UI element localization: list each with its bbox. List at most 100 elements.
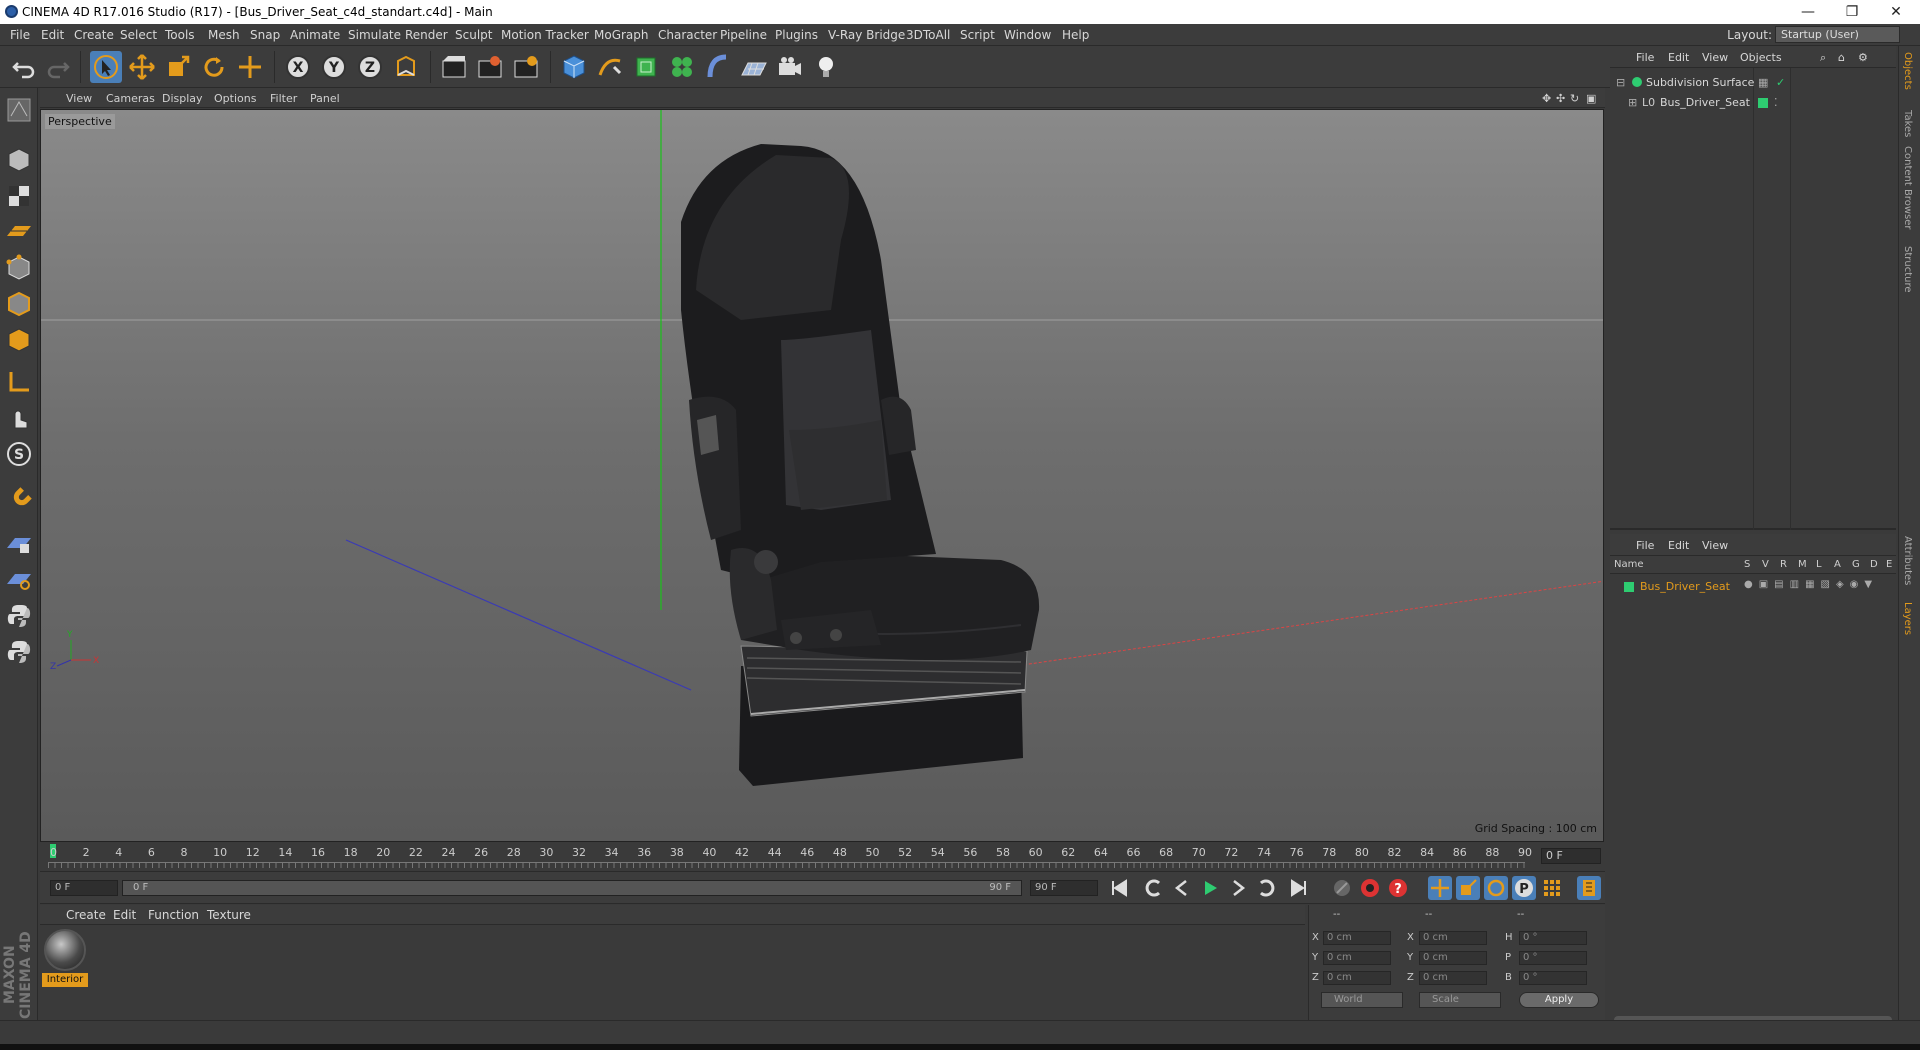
coord-pos-z-field[interactable]: 0 cm [1323, 971, 1391, 985]
layer-col-deformers[interactable]: D [1870, 559, 1878, 570]
make-editable-icon[interactable] [3, 94, 35, 126]
object-menu-edit[interactable]: Edit [1668, 51, 1689, 64]
minimize-button[interactable]: — [1788, 2, 1828, 22]
rotate-icon[interactable] [198, 51, 230, 83]
model-mode-icon[interactable] [3, 144, 35, 176]
next-frame-icon[interactable] [1226, 876, 1250, 900]
layer-col-render[interactable]: R [1780, 559, 1787, 570]
menu-3dtoall[interactable]: 3DToAll [906, 28, 950, 42]
menu-snap[interactable]: Snap [250, 28, 280, 42]
menu-mograph[interactable]: MoGraph [594, 28, 649, 42]
viewport-menu-panel[interactable]: Panel [310, 92, 340, 105]
side-tab-structure[interactable]: Structure [1902, 246, 1913, 293]
layer-name[interactable]: Bus_Driver_Seat [1640, 580, 1730, 593]
layer-color-swatch[interactable] [1758, 98, 1768, 108]
menu-vray-bridge[interactable]: V-Ray Bridge [828, 28, 905, 42]
x-axis-lock-icon[interactable]: X [282, 51, 314, 83]
size-mode-dropdown[interactable]: Scale [1419, 992, 1501, 1008]
play-icon[interactable] [1198, 876, 1222, 900]
coord-size-y-field[interactable]: 0 cm [1419, 951, 1487, 965]
side-tab-objects[interactable]: Objects [1902, 52, 1913, 90]
record-position-icon[interactable] [1428, 876, 1452, 900]
expand-toggle-icon[interactable]: ⊟ [1616, 76, 1625, 89]
current-frame-field[interactable]: 0 F [1541, 848, 1601, 864]
go-to-start-icon[interactable] [1107, 876, 1131, 900]
floor-icon[interactable] [738, 51, 770, 83]
layer-color-swatch[interactable] [1624, 582, 1634, 592]
layer-col-expressions[interactable]: E [1886, 559, 1892, 570]
object-menu-file[interactable]: File [1636, 51, 1654, 64]
object-menu-objects[interactable]: Objects [1740, 51, 1782, 64]
layer-col-view[interactable]: V [1762, 559, 1769, 570]
frame-range-slider[interactable]: 0 F 90 F [122, 880, 1022, 896]
expand-toggle-icon[interactable]: ⊞ [1628, 96, 1637, 109]
layer-col-manager[interactable]: M [1798, 559, 1807, 570]
z-axis-lock-icon[interactable]: Z [354, 51, 386, 83]
record-parameter-icon[interactable]: P [1512, 876, 1536, 900]
light-icon[interactable] [810, 51, 842, 83]
spline-pen-icon[interactable] [594, 51, 626, 83]
menu-render[interactable]: Render [405, 28, 448, 42]
coord-pos-x-field[interactable]: 0 cm [1323, 931, 1391, 945]
points-mode-icon[interactable] [3, 252, 35, 284]
menu-select[interactable]: Select [120, 28, 157, 42]
timeline-ruler[interactable]: 0 2 4 6 8 10 12 14 16 18 20 22 24 26 28 30 32 34 36 38 40 42 4… [40, 842, 1605, 872]
magnet-icon[interactable] [3, 484, 35, 516]
material-menu-create[interactable]: Create [66, 908, 106, 922]
coord-size-x-field[interactable]: 0 cm [1419, 931, 1487, 945]
visibility-dots-icon[interactable]: ⁚ [1774, 96, 1778, 109]
menu-create[interactable]: Create [74, 28, 114, 42]
maximize-button[interactable]: ❐ [1832, 2, 1872, 22]
planar-workplane-icon[interactable] [3, 564, 35, 596]
next-keyframe-icon[interactable] [1254, 876, 1278, 900]
object-search-icon[interactable]: ⌕ [1820, 51, 1826, 65]
move-icon[interactable] [126, 51, 158, 83]
object-filter-icon[interactable]: ⚙ [1858, 51, 1868, 64]
menu-tools[interactable]: Tools [165, 28, 195, 42]
coord-rot-b-field[interactable]: 0 ° [1519, 971, 1587, 985]
autokeying-icon[interactable] [1358, 876, 1382, 900]
menu-file[interactable]: File [10, 28, 30, 42]
menu-window[interactable]: Window [1004, 28, 1051, 42]
menu-simulate[interactable]: Simulate [348, 28, 401, 42]
start-frame-field[interactable]: 0 F [50, 880, 118, 896]
render-to-picture-viewer-icon[interactable] [474, 51, 506, 83]
previous-keyframe-icon[interactable] [1142, 876, 1166, 900]
layer-col-locked[interactable]: L [1816, 559, 1822, 570]
edit-render-toggle-icon[interactable]: ▦ [1758, 76, 1768, 89]
viewport-menu-view[interactable]: View [66, 92, 92, 105]
material-menu-edit[interactable]: Edit [113, 908, 136, 922]
menu-motion-tracker[interactable]: Motion Tracker [501, 28, 589, 42]
tweak-icon[interactable] [3, 402, 35, 434]
side-tab-takes[interactable]: Takes [1902, 110, 1913, 137]
record-scale-icon[interactable] [1456, 876, 1480, 900]
menu-edit[interactable]: Edit [41, 28, 64, 42]
camera-icon[interactable] [774, 51, 806, 83]
coordinate-space-dropdown[interactable]: World [1321, 992, 1403, 1008]
transform-icon[interactable] [234, 51, 266, 83]
timeline-window-icon[interactable] [1577, 876, 1601, 900]
material-menu-texture[interactable]: Texture [207, 908, 251, 922]
viewport-maximize-icon[interactable]: ▣ [1586, 92, 1596, 105]
layer-col-animation[interactable]: A [1834, 559, 1841, 570]
layer-menu-view[interactable]: View [1702, 539, 1728, 552]
axis-mode-icon[interactable] [3, 366, 35, 398]
menu-plugins[interactable]: Plugins [775, 28, 818, 42]
live-selection-icon[interactable] [90, 51, 122, 83]
material-name-label[interactable]: Interior [42, 973, 88, 987]
go-to-end-icon[interactable] [1287, 876, 1311, 900]
workplane-icon[interactable] [3, 216, 35, 248]
scale-icon[interactable] [162, 51, 194, 83]
subdivision-surface-icon[interactable] [630, 51, 662, 83]
apply-button[interactable]: Apply [1519, 992, 1599, 1008]
coordinate-system-icon[interactable] [390, 51, 422, 83]
polygons-mode-icon[interactable] [3, 324, 35, 356]
redo-icon[interactable] [42, 51, 74, 83]
layout-dropdown[interactable]: Startup (User) [1775, 26, 1900, 43]
edges-mode-icon[interactable] [3, 288, 35, 320]
material-menu-function[interactable]: Function [148, 908, 199, 922]
menu-help[interactable]: Help [1062, 28, 1089, 42]
layer-col-name[interactable]: Name [1614, 559, 1644, 570]
side-tab-content-browser[interactable]: Content Browser [1902, 146, 1913, 229]
render-settings-icon[interactable] [510, 51, 542, 83]
